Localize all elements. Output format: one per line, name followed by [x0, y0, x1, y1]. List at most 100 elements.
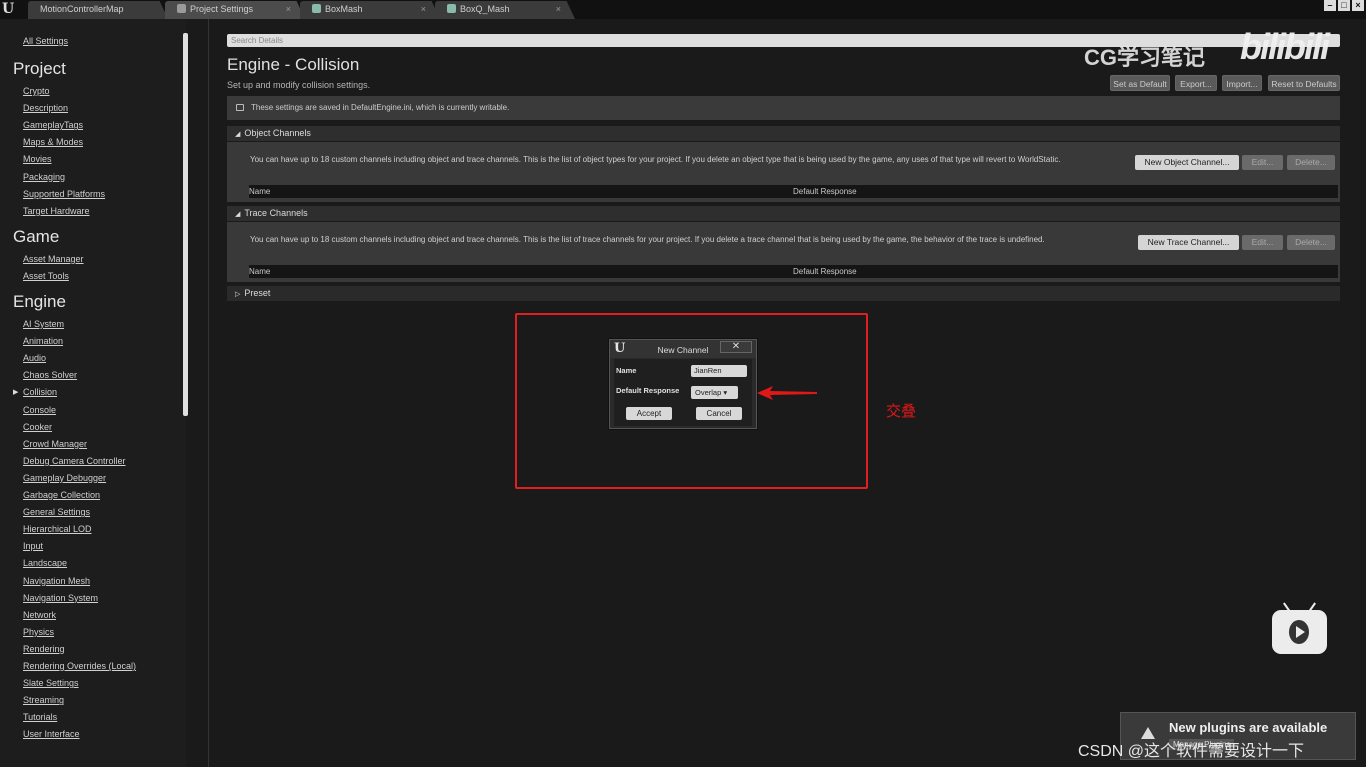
default-response-dropdown[interactable]: Overlap ▾	[691, 386, 738, 399]
gear-icon	[177, 4, 186, 13]
red-arrow-icon	[757, 386, 817, 400]
sidebar-item-engine-landscape[interactable]: Landscape	[23, 558, 67, 568]
config-notice: These settings are saved in DefaultEngin…	[227, 96, 1340, 120]
close-tab-icon[interactable]: ×	[556, 1, 561, 18]
sidebar-item-engine-user-interface[interactable]: User Interface	[23, 729, 80, 739]
column-default-response: Default Response	[793, 267, 857, 276]
section-title: Preset	[244, 288, 271, 298]
sidebar-item-engine-slate-settings[interactable]: Slate Settings	[23, 678, 79, 688]
new-channel-dialog: U New Channel ✕ Name JianRen Default Res…	[609, 339, 757, 429]
sidebar-item-engine-input[interactable]: Input	[23, 541, 43, 551]
trace-channels-description: You can have up to 18 custom channels in…	[250, 235, 1045, 244]
mesh-icon	[312, 4, 321, 13]
accept-button[interactable]: Accept	[626, 407, 672, 420]
sidebar-item-all-settings[interactable]: All Settings	[23, 36, 68, 46]
sidebar-item-engine-console[interactable]: Console	[23, 405, 56, 415]
play-icon	[1289, 620, 1309, 644]
sidebar-item-engine-garbage-collection[interactable]: Garbage Collection	[23, 490, 100, 500]
sidebar-item-project-gameplaytags[interactable]: GameplayTags	[23, 120, 83, 130]
sidebar-item-engine-rendering[interactable]: Rendering	[23, 644, 65, 654]
sidebar-heading-engine: Engine	[13, 292, 66, 311]
sidebar-item-engine-streaming[interactable]: Streaming	[23, 695, 64, 705]
sidebar-scrollbar[interactable]	[183, 33, 188, 416]
sidebar-item-project-description[interactable]: Description	[23, 103, 68, 113]
sidebar-item-engine-navigation-system[interactable]: Navigation System	[23, 593, 98, 603]
column-name: Name	[249, 267, 271, 276]
sidebar-item-engine-rendering-overrides-local-[interactable]: Rendering Overrides (Local)	[23, 661, 136, 671]
tab-boxmash[interactable]: BoxMash ×	[300, 1, 440, 19]
notification-message: New plugins are available	[1169, 720, 1328, 735]
title-bar: U MotionControllerMap Project Settings × …	[0, 0, 1366, 19]
sidebar-item-project-maps-modes[interactable]: Maps & Modes	[23, 137, 83, 147]
tab-label: MotionControllerMap	[40, 4, 124, 14]
dialog-title-bar[interactable]: U New Channel ✕	[610, 340, 756, 358]
sidebar-item-project-supported-platforms[interactable]: Supported Platforms	[23, 189, 105, 199]
sidebar-item-project-target-hardware[interactable]: Target Hardware	[23, 206, 90, 216]
bilibili-tv-icon	[1272, 610, 1327, 654]
sidebar-item-engine-debug-camera-controller[interactable]: Debug Camera Controller	[23, 456, 126, 466]
reset-to-defaults-button[interactable]: Reset to Defaults	[1268, 75, 1340, 91]
sidebar-item-engine-hierarchical-lod[interactable]: Hierarchical LOD	[23, 524, 92, 534]
sidebar-item-engine-tutorials[interactable]: Tutorials	[23, 712, 57, 722]
sidebar-heading-project: Project	[13, 59, 66, 78]
export-button[interactable]: Export...	[1175, 75, 1217, 91]
minimize-button[interactable]: –	[1324, 0, 1336, 11]
sidebar-item-engine-general-settings[interactable]: General Settings	[23, 507, 90, 517]
new-trace-channel-button[interactable]: New Trace Channel...	[1138, 235, 1239, 250]
tab-label: BoxMash	[325, 4, 363, 14]
cancel-button[interactable]: Cancel	[696, 407, 742, 420]
dropdown-value: Overlap	[695, 388, 722, 397]
import-button[interactable]: Import...	[1222, 75, 1262, 91]
sidebar-item-engine-ai-system[interactable]: AI System	[23, 319, 64, 329]
trace-channels-header[interactable]: ◢ Trace Channels	[227, 206, 1340, 221]
sidebar-item-engine-animation[interactable]: Animation	[23, 336, 63, 346]
close-window-button[interactable]: ×	[1352, 0, 1364, 11]
dialog-close-button[interactable]: ✕	[720, 341, 752, 353]
tab-boxq-mash[interactable]: BoxQ_Mash ×	[435, 1, 575, 19]
close-tab-icon[interactable]: ×	[421, 1, 426, 18]
section-title: Object Channels	[244, 128, 311, 138]
sidebar-heading-game: Game	[13, 227, 60, 246]
sidebar-item-engine-collision[interactable]: Collision	[23, 387, 57, 397]
tab-project-settings[interactable]: Project Settings ×	[165, 1, 305, 19]
default-response-label: Default Response	[616, 386, 680, 395]
edit-trace-channel-button[interactable]: Edit...	[1242, 235, 1283, 250]
tab-label: BoxQ_Mash	[460, 4, 510, 14]
collapse-arrow-icon: ◢	[235, 131, 241, 138]
sidebar-item-engine-gameplay-debugger[interactable]: Gameplay Debugger	[23, 473, 106, 483]
sidebar-item-engine-crowd-manager[interactable]: Crowd Manager	[23, 439, 87, 449]
tab-motioncontrollermap[interactable]: MotionControllerMap	[28, 1, 168, 19]
delete-trace-channel-button[interactable]: Delete...	[1287, 235, 1335, 250]
sidebar-item-engine-audio[interactable]: Audio	[23, 353, 46, 363]
window-controls: – □ ×	[1324, 0, 1364, 11]
maximize-button[interactable]: □	[1338, 0, 1350, 11]
new-object-channel-button[interactable]: New Object Channel...	[1135, 155, 1239, 170]
dialog-title: New Channel	[657, 345, 709, 355]
panel-divider[interactable]	[208, 19, 209, 767]
object-channels-header[interactable]: ◢ Object Channels	[227, 126, 1340, 141]
close-tab-icon[interactable]: ×	[286, 1, 291, 18]
unreal-logo-icon[interactable]: U	[2, 1, 18, 17]
sidebar-item-engine-navigation-mesh[interactable]: Navigation Mesh	[23, 576, 90, 586]
sidebar-item-engine-physics[interactable]: Physics	[23, 627, 54, 637]
sidebar-item-project-packaging[interactable]: Packaging	[23, 172, 65, 182]
sidebar-item-game-asset-manager[interactable]: Asset Manager	[23, 254, 84, 264]
bilibili-logo: bilibili	[1240, 26, 1330, 67]
delete-object-channel-button[interactable]: Delete...	[1287, 155, 1335, 170]
sidebar-item-engine-chaos-solver[interactable]: Chaos Solver	[23, 370, 77, 380]
sidebar-item-engine-cooker[interactable]: Cooker	[23, 422, 52, 432]
trace-channels-table-header: Name Default Response	[249, 265, 1338, 278]
channel-name-input[interactable]: JianRen	[691, 365, 747, 377]
sidebar-item-engine-network[interactable]: Network	[23, 610, 56, 620]
set-as-default-button[interactable]: Set as Default	[1110, 75, 1170, 91]
sidebar-item-game-asset-tools[interactable]: Asset Tools	[23, 271, 69, 281]
column-name: Name	[249, 187, 271, 196]
dialog-body: Name JianRen Default Response Overlap ▾ …	[614, 359, 752, 426]
mesh-icon	[447, 4, 456, 13]
column-default-response: Default Response	[793, 187, 857, 196]
page-subtitle: Set up and modify collision settings.	[227, 80, 371, 90]
edit-object-channel-button[interactable]: Edit...	[1242, 155, 1283, 170]
sidebar-item-project-movies[interactable]: Movies	[23, 154, 52, 164]
preset-header[interactable]: ▷ Preset	[227, 286, 1340, 301]
sidebar-item-project-crypto[interactable]: Crypto	[23, 86, 50, 96]
